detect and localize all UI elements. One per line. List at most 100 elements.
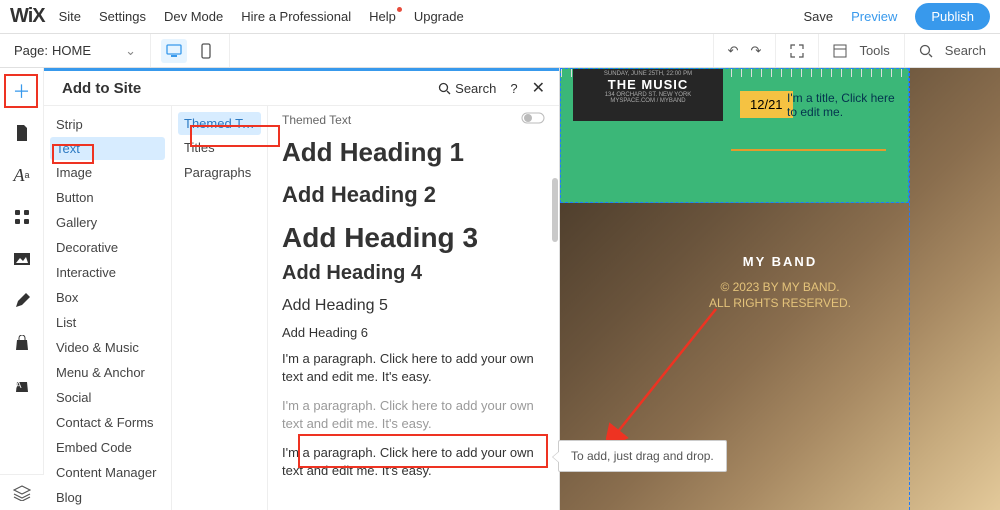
sample-heading3[interactable]: Add Heading 3 <box>282 222 545 254</box>
sample-heading5[interactable]: Add Heading 5 <box>282 297 545 315</box>
cat-gallery[interactable]: Gallery <box>44 210 171 235</box>
undo-button[interactable]: ↶ <box>728 43 739 59</box>
bag-icon <box>14 335 30 351</box>
design-button[interactable]: Aa <box>11 164 33 186</box>
panel-search-label: Search <box>455 81 496 96</box>
device-switch <box>150 34 230 67</box>
preview-button[interactable]: Preview <box>851 9 897 24</box>
top-right-actions: Save Preview Publish <box>803 3 990 30</box>
panel-search[interactable]: Search <box>438 81 496 96</box>
add-element-button[interactable]: ＋ <box>11 80 33 102</box>
panel-title: Add to Site <box>62 80 141 97</box>
cat-interactive[interactable]: Interactive <box>44 260 171 285</box>
preview-header-label: Themed Text <box>282 113 351 127</box>
copyright-line1[interactable]: © 2023 BY MY BAND. <box>560 280 1000 294</box>
preview-column: Themed Text Add Heading 1 Add Heading 2 … <box>268 106 559 510</box>
sample-heading1[interactable]: Add Heading 1 <box>282 137 545 168</box>
subcat-titles[interactable]: Titles <box>172 135 267 160</box>
sample-paragraph1[interactable]: I'm a paragraph. Click here to add your … <box>282 350 545 385</box>
layers-button[interactable] <box>0 474 44 510</box>
mobile-view-button[interactable] <box>193 39 219 63</box>
sample-paragraph3[interactable]: I'm a paragraph. Click here to add your … <box>282 444 545 479</box>
subcat-paragraphs[interactable]: Paragraphs <box>172 160 267 185</box>
copyright-line2[interactable]: ALL RIGHTS RESERVED. <box>560 296 1000 310</box>
cat-content[interactable]: Content Manager <box>44 460 171 485</box>
toolbar-right: ↶ ↷ Tools Search <box>713 34 1000 67</box>
cat-list[interactable]: List <box>44 310 171 335</box>
page-name: HOME <box>52 43 91 58</box>
search-icon <box>919 44 933 58</box>
left-rail: ＋ Aa A <box>0 68 44 510</box>
date-badge[interactable]: 12/21 <box>740 91 793 118</box>
cat-decorative[interactable]: Decorative <box>44 235 171 260</box>
menu-help[interactable]: Help <box>369 9 396 24</box>
flyer-card[interactable]: SUNDAY, JUNE 25TH, 22:00 PM THE MUSIC 13… <box>573 69 723 121</box>
media-button[interactable] <box>11 248 33 270</box>
flyer-title: THE MUSIC <box>577 78 719 92</box>
menu-site[interactable]: Site <box>59 9 81 24</box>
chevron-down-icon: ⌄ <box>125 43 136 59</box>
toolbar-search[interactable]: Search <box>904 34 1000 67</box>
store-button[interactable] <box>11 332 33 354</box>
page-selector[interactable]: Page: HOME ⌄ <box>0 43 150 59</box>
tooltip-text: To add, just drag and drop. <box>571 449 714 463</box>
band-heading[interactable]: MY BAND <box>560 254 1000 269</box>
cat-strip[interactable]: Strip <box>44 112 171 137</box>
add-to-site-panel: Add to Site Search ? ✕ Strip Text Image … <box>44 68 560 510</box>
menu-settings[interactable]: Settings <box>99 9 146 24</box>
desktop-icon <box>166 44 182 58</box>
redo-button[interactable]: ↷ <box>751 43 762 59</box>
tools-label: Tools <box>859 43 889 58</box>
editable-title[interactable]: I'm a title, Click here to edit me. <box>787 91 897 119</box>
wix-logo: WiX <box>10 5 45 28</box>
panel-header-actions: Search ? ✕ <box>438 78 545 98</box>
undo-redo-group: ↶ ↷ <box>713 34 776 67</box>
page-icon <box>14 124 30 142</box>
publish-button[interactable]: Publish <box>915 3 990 30</box>
menu-upgrade[interactable]: Upgrade <box>414 9 464 24</box>
cat-box[interactable]: Box <box>44 285 171 310</box>
scrollbar-thumb[interactable] <box>552 178 558 242</box>
save-button[interactable]: Save <box>803 9 833 24</box>
panel-close-button[interactable]: ✕ <box>532 78 545 98</box>
cat-text[interactable]: Text <box>50 137 165 160</box>
accent-underline <box>731 149 886 151</box>
cat-image[interactable]: Image <box>44 160 171 185</box>
blog-button[interactable] <box>11 290 33 312</box>
cat-embed[interactable]: Embed Code <box>44 435 171 460</box>
tools-button[interactable]: Tools <box>818 34 903 67</box>
grid-icon <box>14 209 30 225</box>
cat-blog[interactable]: Blog <box>44 485 171 510</box>
flyer-footer: MYSPACE.COM / MYBAND <box>577 98 719 105</box>
section-header[interactable]: SUNDAY, JUNE 25TH, 22:00 PM THE MUSIC 13… <box>560 68 909 203</box>
flyer-address: 134 ORCHARD ST. NEW YORK <box>577 92 719 99</box>
preview-section-header: Themed Text <box>282 112 545 127</box>
toggle-icon[interactable] <box>521 112 545 127</box>
sample-heading2[interactable]: Add Heading 2 <box>282 182 545 208</box>
subcat-themed[interactable]: Themed Text <box>178 112 261 135</box>
collapse-icon <box>790 44 804 58</box>
sample-heading4[interactable]: Add Heading 4 <box>282 262 545 285</box>
apps-button[interactable] <box>11 206 33 228</box>
cat-button[interactable]: Button <box>44 185 171 210</box>
panel-help-button[interactable]: ? <box>510 81 517 96</box>
cat-menu[interactable]: Menu & Anchor <box>44 360 171 385</box>
cat-contact[interactable]: Contact & Forms <box>44 410 171 435</box>
category-list: Strip Text Image Button Gallery Decorati… <box>44 106 172 510</box>
sample-paragraph2[interactable]: I'm a paragraph. Click here to add your … <box>282 397 545 432</box>
ascend-button[interactable]: A <box>11 374 33 396</box>
editor-toolbar: Page: HOME ⌄ ↶ ↷ Tools Search <box>0 34 1000 68</box>
pages-button[interactable] <box>11 122 33 144</box>
cat-social[interactable]: Social <box>44 385 171 410</box>
panel-header: Add to Site Search ? ✕ <box>44 71 559 99</box>
image-icon <box>13 252 31 266</box>
zoom-button[interactable] <box>775 34 818 67</box>
search-label: Search <box>945 43 986 58</box>
menu-hire[interactable]: Hire a Professional <box>241 9 351 24</box>
drag-tooltip: To add, just drag and drop. <box>558 440 727 472</box>
menu-devmode[interactable]: Dev Mode <box>164 9 223 24</box>
desktop-view-button[interactable] <box>161 39 187 63</box>
layers-icon <box>13 485 31 501</box>
sample-heading6[interactable]: Add Heading 6 <box>282 325 545 340</box>
cat-video[interactable]: Video & Music <box>44 335 171 360</box>
